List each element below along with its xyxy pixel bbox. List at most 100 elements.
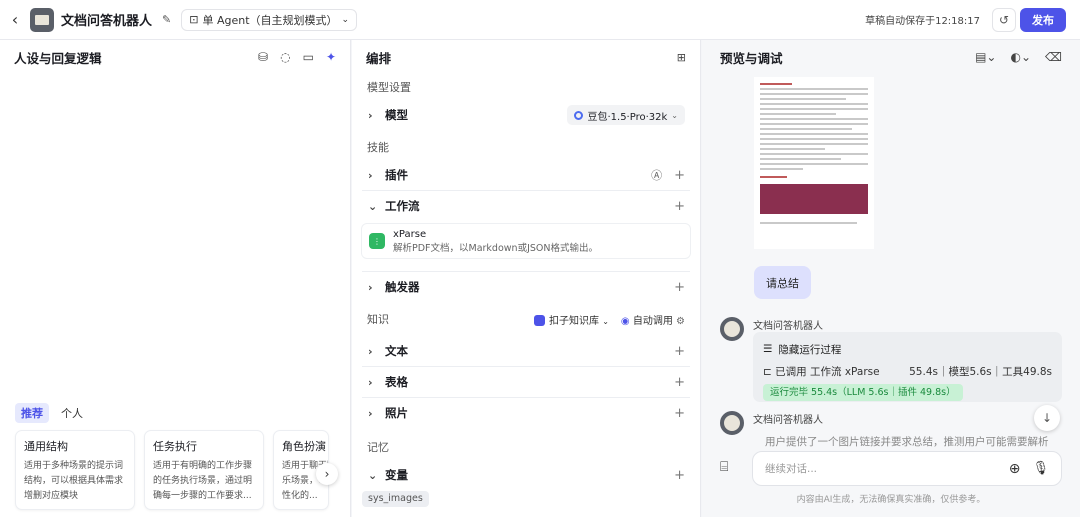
model-select[interactable]: 豆包·1.5·Pro·32k ⌄ xyxy=(567,105,685,125)
add-icon[interactable]: + xyxy=(674,375,685,390)
section-memory: 记忆 xyxy=(367,441,389,454)
chevron-right-icon: › xyxy=(368,344,373,358)
plugin-row[interactable]: › 插件 Ⓐ + xyxy=(352,160,700,190)
template-card-title: 角色扮演 xyxy=(282,440,326,453)
layout-icon[interactable]: ▭ xyxy=(303,50,314,64)
gear-icon: ⚙ xyxy=(676,315,685,327)
bot-avatar xyxy=(30,7,54,32)
add-icon[interactable]: + xyxy=(674,406,685,421)
clear-icon[interactable]: ⌫ xyxy=(1045,50,1062,64)
status-badge: 运行完毕 55.4s（LLM 5.6s｜插件 49.8s） xyxy=(763,384,963,401)
layout-select-icon[interactable]: ▤⌄ xyxy=(975,50,996,64)
trace-toggle[interactable]: ☰ 隐藏运行过程 xyxy=(763,339,1052,359)
model-value: 豆包·1.5·Pro·32k xyxy=(587,111,668,123)
model-row[interactable]: › 模型 豆包·1.5·Pro·32k ⌄ xyxy=(352,100,700,130)
photo-row[interactable]: › 照片 + xyxy=(352,398,700,428)
workflow-item[interactable]: ⋮ xParse 解析PDF文档，以Markdown或JSON格式输出。 xyxy=(361,223,691,259)
variable-row[interactable]: ⌄ 变量 + xyxy=(352,460,700,490)
tab-recommended[interactable]: 推荐 xyxy=(15,403,49,423)
chevron-down-icon: ⌄ xyxy=(602,316,609,326)
trigger-label: 触发器 xyxy=(385,280,420,294)
bulb-icon[interactable]: ◌ xyxy=(280,50,290,64)
agent-mode-label: 单 Agent（自主规划模式） xyxy=(202,13,338,27)
tab-personal[interactable]: 个人 xyxy=(55,403,89,423)
grid-icon[interactable]: ⊞ xyxy=(677,51,686,64)
preview-panel: 预览与调试 ▤⌄ ◐⌄ ⌫ 请总结 文档问答机器人 ☰ 隐藏运行过程 ⊏ 已调用… xyxy=(702,40,1080,517)
chevron-down-icon: ⌄ xyxy=(368,199,378,213)
user-message: 请总结 xyxy=(754,266,811,299)
template-card-title: 通用结构 xyxy=(24,440,68,453)
template-card[interactable]: 任务执行 适用于有明确的工作步骤的任务执行场景，通过明确每一步骤的工作要求... xyxy=(144,430,264,510)
workflow-name: xParse xyxy=(393,228,427,240)
chat-input[interactable] xyxy=(765,462,997,475)
bot-avatar xyxy=(720,317,744,341)
add-icon[interactable]: + xyxy=(674,280,685,295)
ai-optimize-icon[interactable]: ✦ xyxy=(326,50,336,64)
palette-select-icon[interactable]: ◐⌄ xyxy=(1011,50,1032,64)
chevron-down-icon: ⌄ xyxy=(341,14,350,25)
agent-mode-select[interactable]: ⊡ 单 Agent（自主规划模式） ⌄ xyxy=(181,8,358,31)
section-skills: 技能 xyxy=(367,141,389,154)
model-switch-icon[interactable]: ⛁ xyxy=(258,50,268,64)
chat-input-box[interactable]: ⊕ 🎙 xyxy=(752,451,1062,486)
chevron-right-icon: › xyxy=(368,375,373,389)
template-card-title: 任务执行 xyxy=(153,440,197,453)
variable-tag: sys_images xyxy=(362,491,429,507)
kb-mode-select[interactable]: ◉ 自动调用 ⚙ xyxy=(621,312,685,327)
text-row[interactable]: › 文本 + xyxy=(352,336,700,366)
add-circle-icon[interactable]: ⊕ xyxy=(1009,461,1021,477)
document-table xyxy=(760,184,868,214)
list-icon: ☰ xyxy=(763,343,773,355)
chevron-right-icon: › xyxy=(368,406,373,420)
microphone-icon[interactable]: 🎙 xyxy=(1032,461,1049,476)
bot-answer: 用户提供了一个图片链接并要求总结，推测用户可能需要解析 xyxy=(765,436,1049,448)
publish-button[interactable]: 发布 xyxy=(1020,8,1066,32)
chevron-right-icon: › xyxy=(368,168,373,182)
workflow-icon: ⋮ xyxy=(369,233,385,249)
draft-status: 草稿自动保存于12:18:17 xyxy=(865,16,980,27)
chevron-right-icon: › xyxy=(368,108,373,122)
edit-icon[interactable]: ✎ xyxy=(162,13,171,26)
model-brand-icon xyxy=(574,110,584,120)
knowledge-header: 知识 扣子知识库 ⌄ ◉ 自动调用 ⚙ xyxy=(352,302,700,336)
agent-mode-icon: ⊡ xyxy=(189,13,199,26)
trigger-row[interactable]: › 触发器 + xyxy=(352,272,700,302)
table-label: 表格 xyxy=(385,375,408,389)
run-trace: ☰ 隐藏运行过程 ⊏ 已调用 工作流 xParse 55.4s｜模型5.6s｜工… xyxy=(753,332,1062,402)
workflow-call-icon: ⊏ xyxy=(763,365,772,378)
preview-title: 预览与调试 xyxy=(720,50,783,66)
trace-timing: 55.4s｜模型5.6s｜工具49.8s xyxy=(909,365,1052,378)
trace-called: ⊏ 已调用 工作流 xParse xyxy=(763,365,880,378)
chevron-right-icon[interactable]: › xyxy=(316,463,338,485)
add-icon[interactable]: + xyxy=(674,344,685,359)
photo-label: 照片 xyxy=(385,406,408,420)
back-arrow-icon[interactable]: ‹ xyxy=(0,0,30,40)
model-label: 模型 xyxy=(385,108,408,122)
plugin-label: 插件 xyxy=(385,168,408,182)
table-row[interactable]: › 表格 + xyxy=(352,367,700,397)
history-icon[interactable]: ↺ xyxy=(992,8,1016,32)
arrange-title: 编排 xyxy=(366,50,392,66)
attachment-icon[interactable]: ⌸ xyxy=(720,459,728,475)
add-icon[interactable]: + xyxy=(674,199,685,214)
workflow-label: 工作流 xyxy=(385,199,420,213)
chevron-down-icon: ⌄ xyxy=(368,468,378,482)
bot-speaker-name: 文档问答机器人 xyxy=(753,415,823,426)
section-knowledge: 知识 xyxy=(367,313,389,326)
persona-panel: 人设与回复逻辑 ⛁ ◌ ▭ ✦ 推荐 个人 通用结构 适用于多种场景的提示词结构… xyxy=(0,40,351,517)
persona-title: 人设与回复逻辑 xyxy=(14,50,102,66)
chevron-down-icon: ⌄ xyxy=(671,110,678,120)
knowledge-icon xyxy=(534,315,546,326)
template-card[interactable]: 通用结构 适用于多种场景的提示词结构，可以根据具体需求增删对应模块 xyxy=(15,430,135,510)
add-icon[interactable]: + xyxy=(674,168,685,183)
workflow-row[interactable]: ⌄ 工作流 + xyxy=(352,191,700,221)
disclaimer: 内容由AI生成，无法确保真实准确，仅供参考。 xyxy=(796,495,986,505)
kb-source-select[interactable]: 扣子知识库 ⌄ xyxy=(534,312,609,327)
section-model: 模型设置 xyxy=(367,81,411,94)
arrange-panel: 编排 ⊞ 模型设置 › 模型 豆包·1.5·Pro·32k ⌄ 技能 › 插件 Ⓐ +… xyxy=(352,40,701,517)
arrow-down-icon[interactable]: ↓ xyxy=(1034,405,1060,431)
document-thumbnail[interactable] xyxy=(754,77,874,249)
top-bar: ‹ 文档问答机器人 ✎ ⊡ 单 Agent（自主规划模式） ⌄ 草稿自动保存于1… xyxy=(0,0,1080,40)
auto-icon[interactable]: Ⓐ xyxy=(651,167,662,183)
add-icon[interactable]: + xyxy=(674,468,685,483)
